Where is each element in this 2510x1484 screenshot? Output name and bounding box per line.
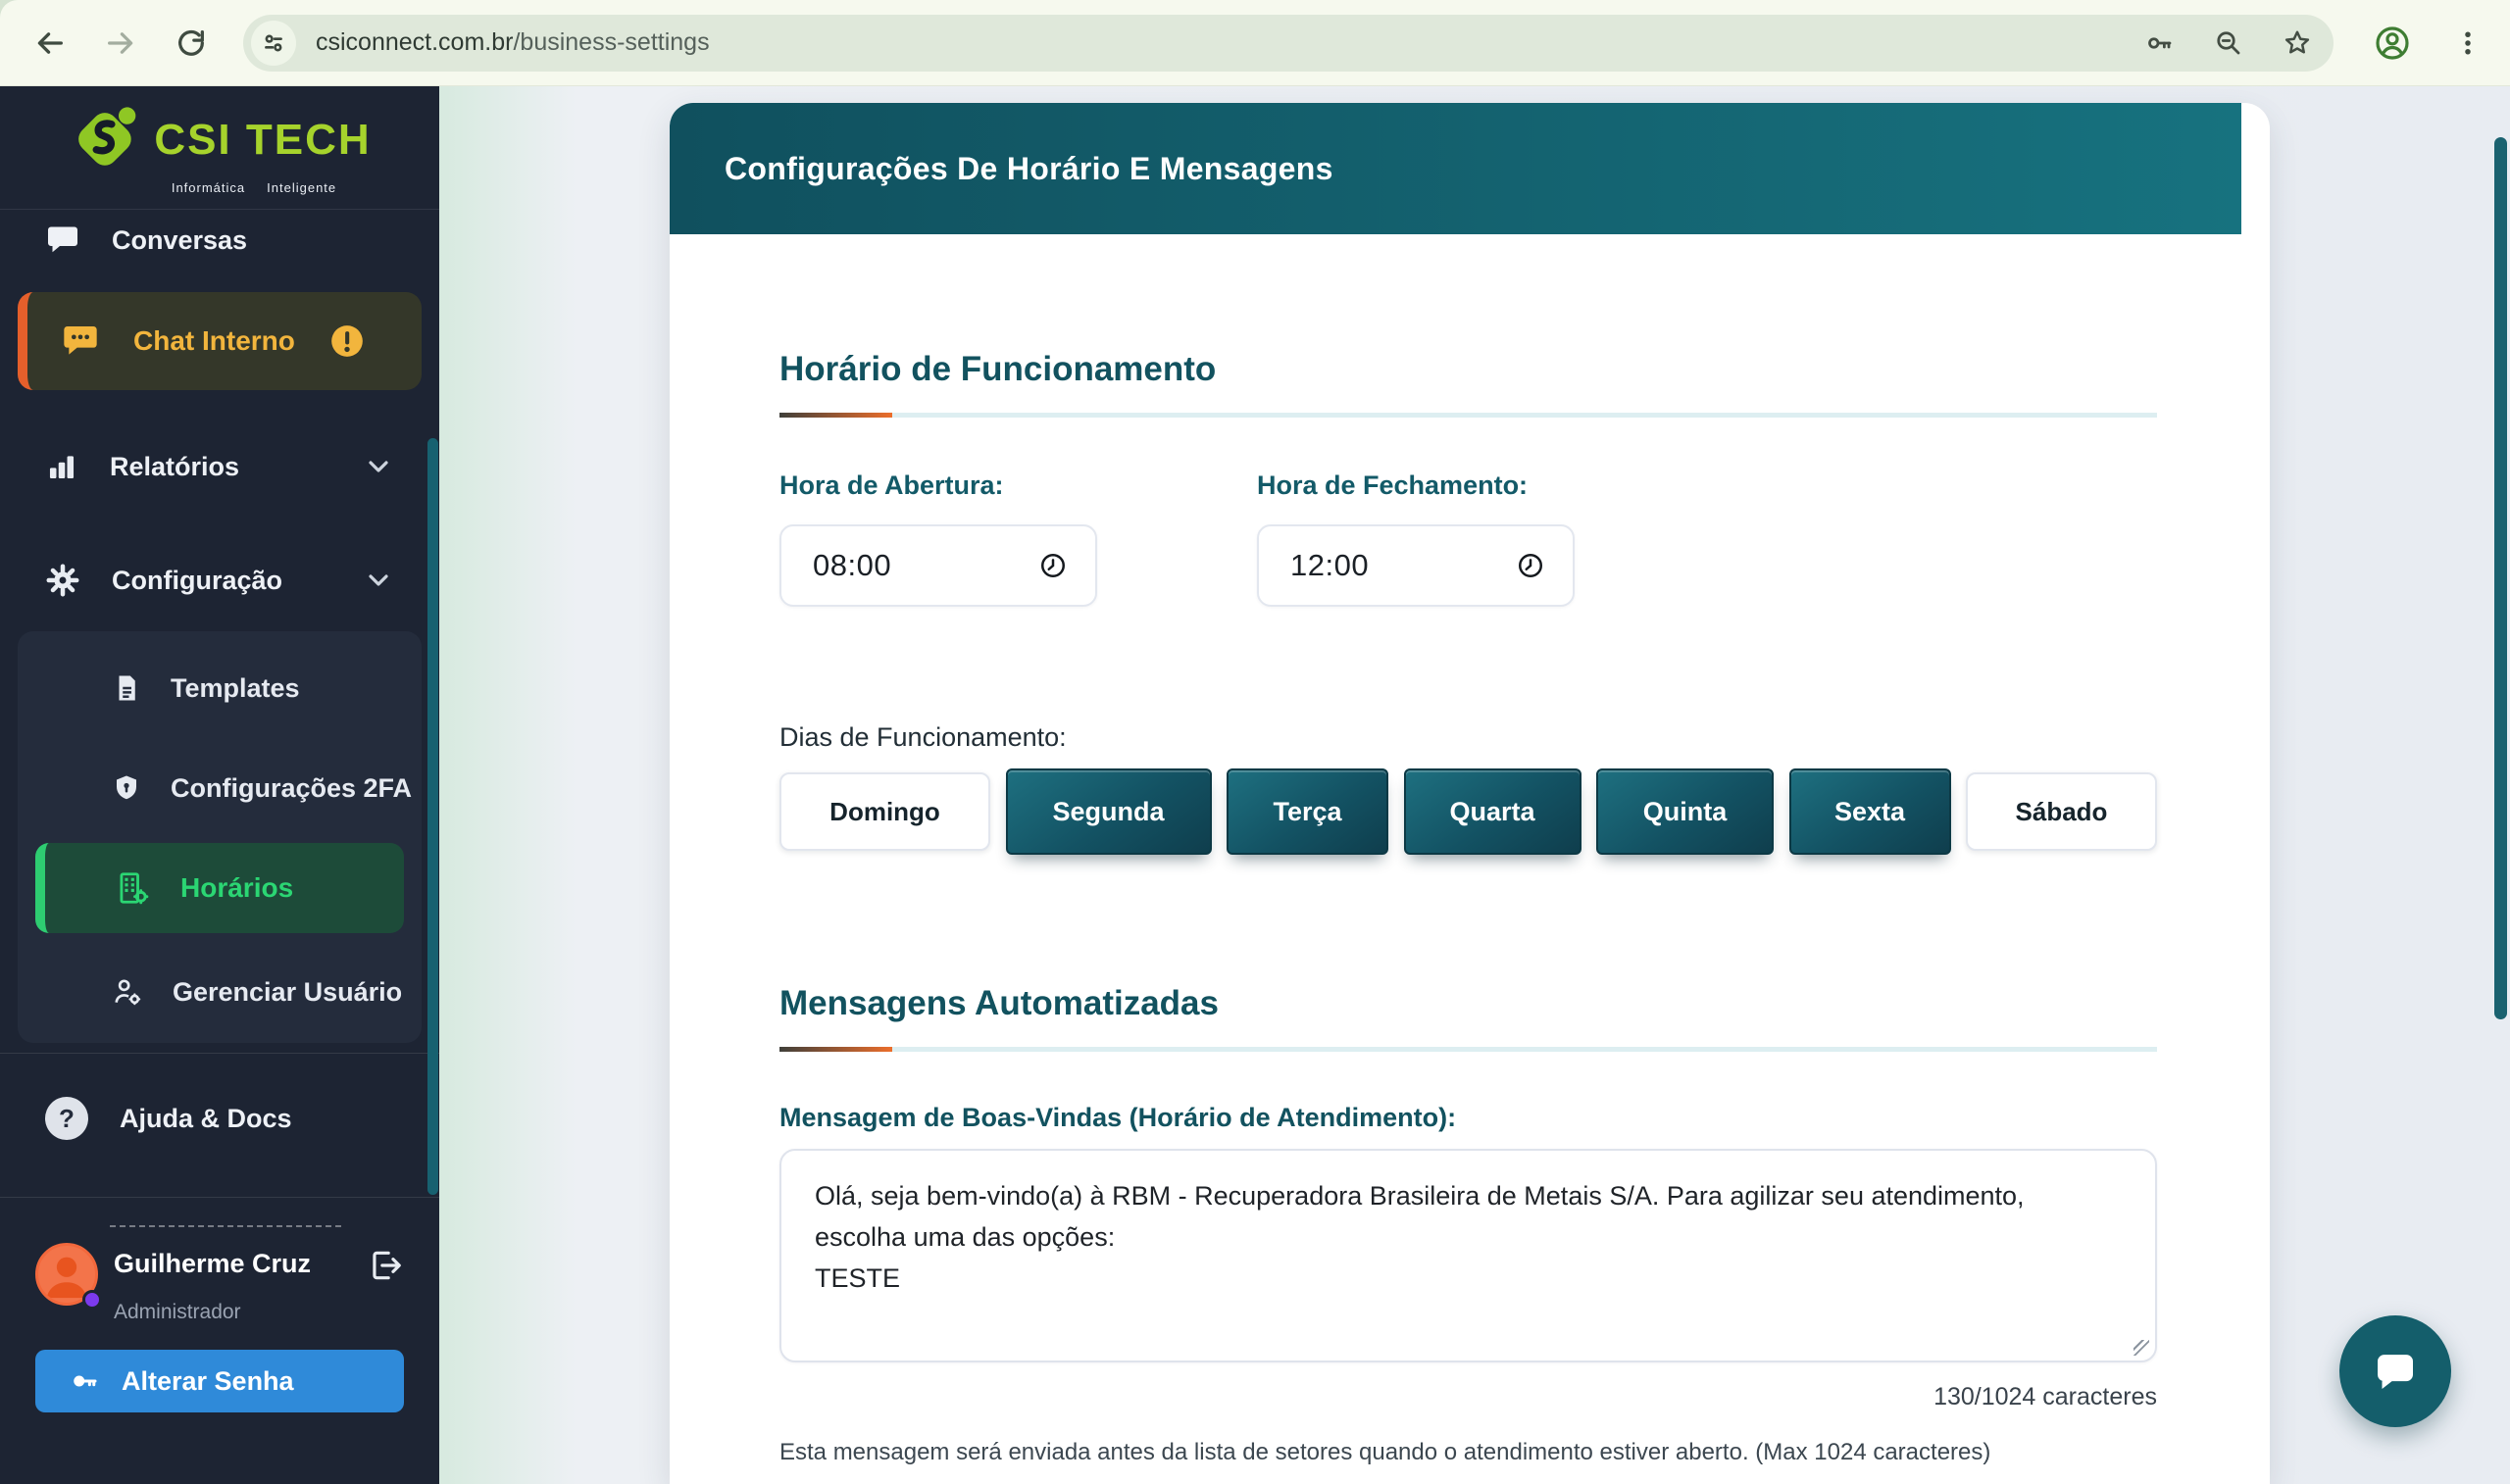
- sidebar-item-label: Ajuda & Docs: [120, 1104, 292, 1134]
- logo-subtitle-right: Inteligente: [267, 180, 336, 195]
- sidebar: CSI TECH Informática Inteligente Convers…: [0, 86, 439, 1484]
- chevron-down-icon: [363, 451, 394, 482]
- url-text: csiconnect.com.br/business-settings: [316, 28, 2145, 57]
- sidebar-item-label: Chat Interno: [133, 325, 295, 357]
- bookmark-star-icon[interactable]: [2283, 28, 2312, 58]
- sidebar-item-label: Templates: [171, 673, 300, 704]
- sidebar-item-label: Horários: [180, 872, 293, 904]
- char-counter: 130/1024 caracteres: [779, 1383, 2157, 1411]
- bar-chart-icon: [45, 450, 78, 483]
- welcome-message-label: Mensagem de Boas-Vindas (Horário de Aten…: [779, 1103, 2157, 1133]
- opening-time-input[interactable]: 08:00: [779, 524, 1097, 607]
- chat-bubble-icon: [45, 223, 80, 258]
- sidebar-item-horarios[interactable]: Horários: [35, 843, 404, 933]
- sidebar-item-relatorios[interactable]: Relatórios: [0, 439, 439, 494]
- chevron-down-icon: [363, 565, 394, 596]
- day-button-quinta[interactable]: Quinta: [1596, 768, 1774, 855]
- clock-icon[interactable]: [1516, 551, 1545, 580]
- welcome-message-helper: Esta mensagem será enviada antes da list…: [779, 1439, 2157, 1466]
- user-card: Guilherme Cruz Administrador: [0, 1243, 439, 1324]
- back-icon[interactable]: [27, 21, 73, 66]
- url-path: /business-settings: [513, 28, 709, 56]
- day-button-sexta[interactable]: Sexta: [1789, 768, 1951, 855]
- browser-toolbar: csiconnect.com.br/business-settings: [0, 0, 2510, 86]
- dashed-separator: [110, 1225, 341, 1227]
- day-button-domingo[interactable]: Domingo: [779, 772, 990, 851]
- sidebar-item-configuracao[interactable]: Configuração: [0, 553, 439, 608]
- status-dot: [82, 1290, 102, 1310]
- sidebar-item-templates[interactable]: Templates: [18, 663, 422, 714]
- sidebar-item-label: Configuração: [112, 566, 282, 596]
- key-icon: [71, 1366, 100, 1396]
- chat-dots-icon: [61, 322, 100, 361]
- sidebar-divider: [0, 1053, 439, 1054]
- gear-icon: [45, 563, 80, 598]
- forward-icon[interactable]: [98, 21, 143, 66]
- shield-lock-icon: [112, 773, 141, 803]
- configuracao-submenu: Templates Configurações 2FA Horários Ger…: [18, 631, 422, 1043]
- change-password-label: Alterar Senha: [122, 1366, 294, 1397]
- user-gear-icon: [112, 976, 143, 1008]
- sidebar-divider: [0, 1197, 439, 1198]
- url-domain: csiconnect.com.br: [316, 28, 513, 56]
- sidebar-item-label: Relatórios: [110, 452, 239, 482]
- chat-bubble-icon: [2369, 1345, 2422, 1398]
- alert-exclamation-icon: [328, 322, 366, 360]
- sidebar-scrollbar[interactable]: [427, 438, 438, 1195]
- logo: CSI TECH Informática Inteligente: [0, 86, 439, 210]
- zoom-out-icon[interactable]: [2214, 28, 2243, 58]
- opening-time-label: Hora de Abertura:: [779, 470, 1257, 501]
- section-underline: [779, 1047, 2157, 1052]
- site-settings-icon[interactable]: [251, 21, 296, 66]
- sidebar-item-label: Gerenciar Usuário: [173, 977, 402, 1008]
- sidebar-item-configuracoes-2fa[interactable]: Configurações 2FA: [18, 763, 422, 814]
- closing-time-label: Hora de Fechamento:: [1257, 470, 1528, 501]
- main-area: Configurações De Horário E Mensagens Hor…: [439, 86, 2510, 1484]
- help-icon: ?: [45, 1097, 88, 1140]
- page-title: Configurações De Horário E Mensagens: [725, 151, 1333, 187]
- user-name: Guilherme Cruz: [114, 1249, 351, 1279]
- messages-section-title: Mensagens Automatizadas: [779, 984, 2157, 1023]
- opening-time-value: 08:00: [813, 548, 891, 583]
- clock-icon[interactable]: [1038, 551, 1068, 580]
- sidebar-item-ajuda-docs[interactable]: ? Ajuda & Docs: [0, 1091, 439, 1146]
- sidebar-item-label: Conversas: [112, 225, 247, 256]
- welcome-message-textarea[interactable]: Olá, seja bem-vindo(a) à RBM - Recuperad…: [779, 1149, 2157, 1362]
- logout-icon[interactable]: [367, 1247, 404, 1284]
- reload-icon[interactable]: [169, 21, 214, 66]
- section-underline: [779, 413, 2157, 418]
- days-row: Domingo Segunda Terça Quarta Quinta Sext…: [779, 768, 2157, 855]
- document-icon: [112, 673, 141, 703]
- day-button-quarta[interactable]: Quarta: [1404, 768, 1581, 855]
- sidebar-item-gerenciar-usuario[interactable]: Gerenciar Usuário: [18, 966, 422, 1017]
- password-key-icon[interactable]: [2145, 28, 2175, 58]
- logo-subtitle-left: Informática: [172, 180, 245, 195]
- day-button-segunda[interactable]: Segunda: [1006, 768, 1212, 855]
- day-button-sabado[interactable]: Sábado: [1966, 772, 2157, 851]
- chat-fab-button[interactable]: [2339, 1315, 2451, 1427]
- change-password-button[interactable]: Alterar Senha: [35, 1350, 404, 1412]
- settings-card: Configurações De Horário E Mensagens Hor…: [670, 103, 2270, 1484]
- address-bar[interactable]: csiconnect.com.br/business-settings: [243, 15, 2334, 72]
- sidebar-item-conversas[interactable]: Conversas: [0, 216, 439, 265]
- sidebar-item-label: Configurações 2FA: [171, 773, 412, 804]
- profile-icon[interactable]: [2373, 24, 2412, 63]
- browser-menu-icon[interactable]: [2453, 28, 2483, 58]
- page-scrollbar[interactable]: [2494, 137, 2507, 1019]
- textarea-resize-handle[interactable]: [2134, 1340, 2149, 1356]
- building-gear-icon: [114, 869, 151, 907]
- page-header: Configurações De Horário E Mensagens: [670, 103, 2241, 234]
- logo-title: CSI TECH: [154, 116, 371, 165]
- hours-section-title: Horário de Funcionamento: [779, 350, 2157, 389]
- closing-time-value: 12:00: [1290, 548, 1369, 583]
- csi-logo-icon: [68, 102, 144, 178]
- day-button-terca[interactable]: Terça: [1227, 768, 1388, 855]
- sidebar-item-chat-interno[interactable]: Chat Interno: [18, 292, 422, 390]
- closing-time-input[interactable]: 12:00: [1257, 524, 1575, 607]
- user-role: Administrador: [114, 1301, 351, 1324]
- days-label: Dias de Funcionamento:: [779, 722, 2157, 753]
